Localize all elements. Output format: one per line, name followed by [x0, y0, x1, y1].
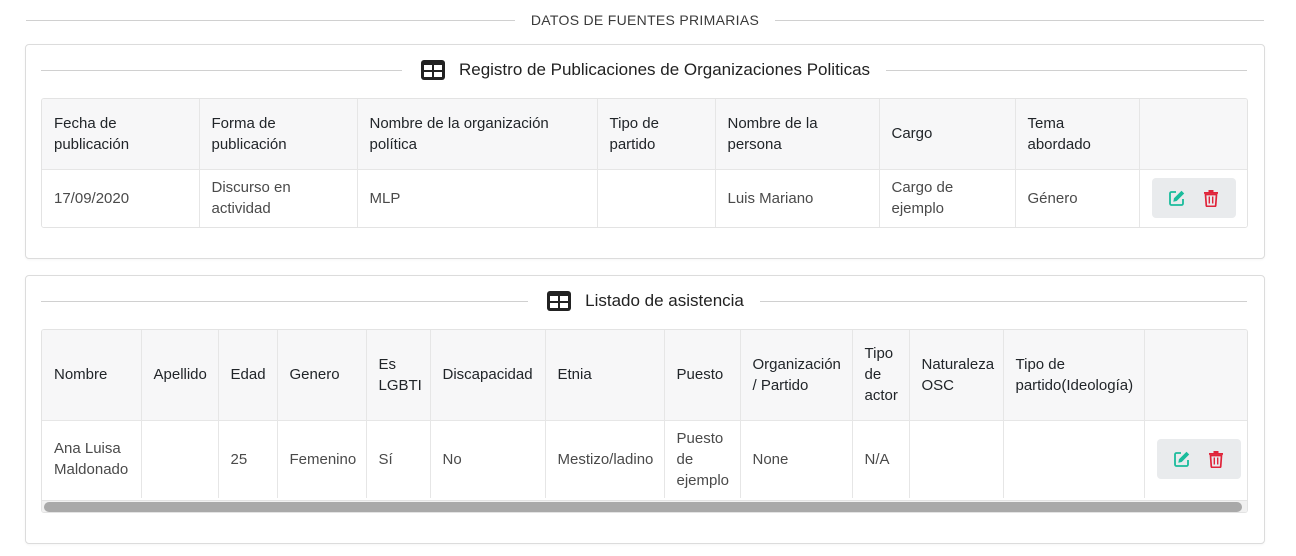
attendance-table: Nombre Apellido Edad Genero Es LGBTI Dis…	[42, 330, 1247, 498]
delete-button[interactable]	[1199, 444, 1233, 474]
column-header-actions	[1139, 99, 1247, 170]
divider-line-right	[759, 300, 1247, 302]
cell-forma: Discurso en actividad	[199, 169, 358, 227]
column-header: Etnia	[545, 330, 665, 421]
cell-organizacion: None	[740, 420, 853, 498]
cell-etnia: Mestizo/ladino	[545, 420, 665, 498]
column-header: Discapacidad	[430, 330, 546, 421]
column-header: Cargo	[879, 99, 1016, 170]
edit-button[interactable]	[1160, 183, 1194, 213]
section-heading-divider: DATOS DE FUENTES PRIMARIAS	[26, 10, 1264, 30]
trash-icon	[1203, 190, 1218, 208]
cell-puesto: Puesto de ejemplo	[664, 420, 741, 498]
table-header-row: Fecha de publicación Forma de publicació…	[42, 99, 1247, 170]
cell-persona: Luis Mariano	[715, 169, 880, 227]
delete-button[interactable]	[1194, 183, 1228, 213]
column-header: Genero	[277, 330, 367, 421]
divider-line-right	[886, 69, 1247, 71]
table-row: Ana Luisa Maldonado 25 Femenino Sí No Me…	[42, 420, 1247, 498]
cell-edad: 25	[218, 420, 278, 498]
column-header: Tipo de actor	[852, 330, 910, 421]
column-header: Tema abordado	[1015, 99, 1140, 170]
cell-apellido	[141, 420, 219, 498]
column-header: Organización / Partido	[740, 330, 853, 421]
column-header-actions	[1144, 330, 1247, 421]
table-icon	[420, 59, 446, 81]
column-header: Fecha de publicación	[42, 99, 200, 170]
cell-tipo-partido	[597, 169, 716, 227]
divider-line-left	[26, 19, 515, 21]
divider-line-left	[41, 69, 402, 71]
horizontal-scrollbar[interactable]	[42, 500, 1247, 512]
publications-card-title: Registro de Publicaciones de Organizacio…	[41, 55, 1247, 85]
cell-cargo: Cargo de ejemplo	[879, 169, 1016, 227]
attendance-card-title: Listado de asistencia	[41, 286, 1247, 316]
table-row: 17/09/2020 Discurso en actividad MLP Lui…	[42, 169, 1247, 227]
cell-organizacion: MLP	[357, 169, 598, 227]
attendance-table-container: Nombre Apellido Edad Genero Es LGBTI Dis…	[41, 329, 1248, 513]
column-header: Puesto	[664, 330, 741, 421]
column-header: Es LGBTI	[366, 330, 431, 421]
cell-fecha: 17/09/2020	[42, 169, 200, 227]
edit-icon	[1168, 191, 1184, 207]
attendance-card: Listado de asistencia Nombre Apellido Ed…	[25, 275, 1265, 544]
column-header: Nombre de la persona	[715, 99, 880, 170]
column-header: Apellido	[141, 330, 219, 421]
column-header: Nombre	[42, 330, 142, 421]
cell-genero: Femenino	[277, 420, 367, 498]
cell-nombre: Ana Luisa Maldonado	[42, 420, 142, 498]
scrollbar-thumb[interactable]	[44, 502, 1242, 512]
column-header: Naturaleza OSC	[909, 330, 1004, 421]
column-header: Forma de publicación	[199, 99, 358, 170]
publications-table: Fecha de publicación Forma de publicació…	[42, 99, 1247, 227]
cell-actions	[1139, 169, 1247, 227]
trash-icon	[1208, 451, 1223, 469]
column-header: Tipo de partido	[597, 99, 716, 170]
edit-button[interactable]	[1165, 444, 1199, 474]
cell-tipo-actor: N/A	[852, 420, 910, 498]
row-actions	[1151, 178, 1236, 219]
cell-lgbti: Sí	[366, 420, 431, 498]
column-header: Tipo de partido(Ideología)	[1003, 330, 1145, 421]
publications-table-container: Fecha de publicación Forma de publicació…	[41, 98, 1248, 228]
column-header: Edad	[218, 330, 278, 421]
row-actions	[1156, 439, 1241, 480]
cell-discapacidad: No	[430, 420, 546, 498]
divider-line-left	[41, 300, 529, 302]
table-icon	[546, 290, 572, 312]
cell-naturaleza	[909, 420, 1004, 498]
edit-icon	[1173, 452, 1189, 468]
attendance-title: Listado de asistencia	[585, 291, 744, 310]
cell-tema: Género	[1015, 169, 1140, 227]
cell-tipo-partido	[1003, 420, 1145, 498]
publications-title: Registro de Publicaciones de Organizacio…	[458, 60, 871, 79]
publications-card: Registro de Publicaciones de Organizacio…	[25, 44, 1265, 259]
divider-line-right	[775, 19, 1264, 21]
cell-actions	[1144, 420, 1247, 498]
section-heading: DATOS DE FUENTES PRIMARIAS	[530, 12, 760, 28]
table-header-row: Nombre Apellido Edad Genero Es LGBTI Dis…	[42, 330, 1247, 421]
column-header: Nombre de la organización política	[357, 99, 598, 170]
